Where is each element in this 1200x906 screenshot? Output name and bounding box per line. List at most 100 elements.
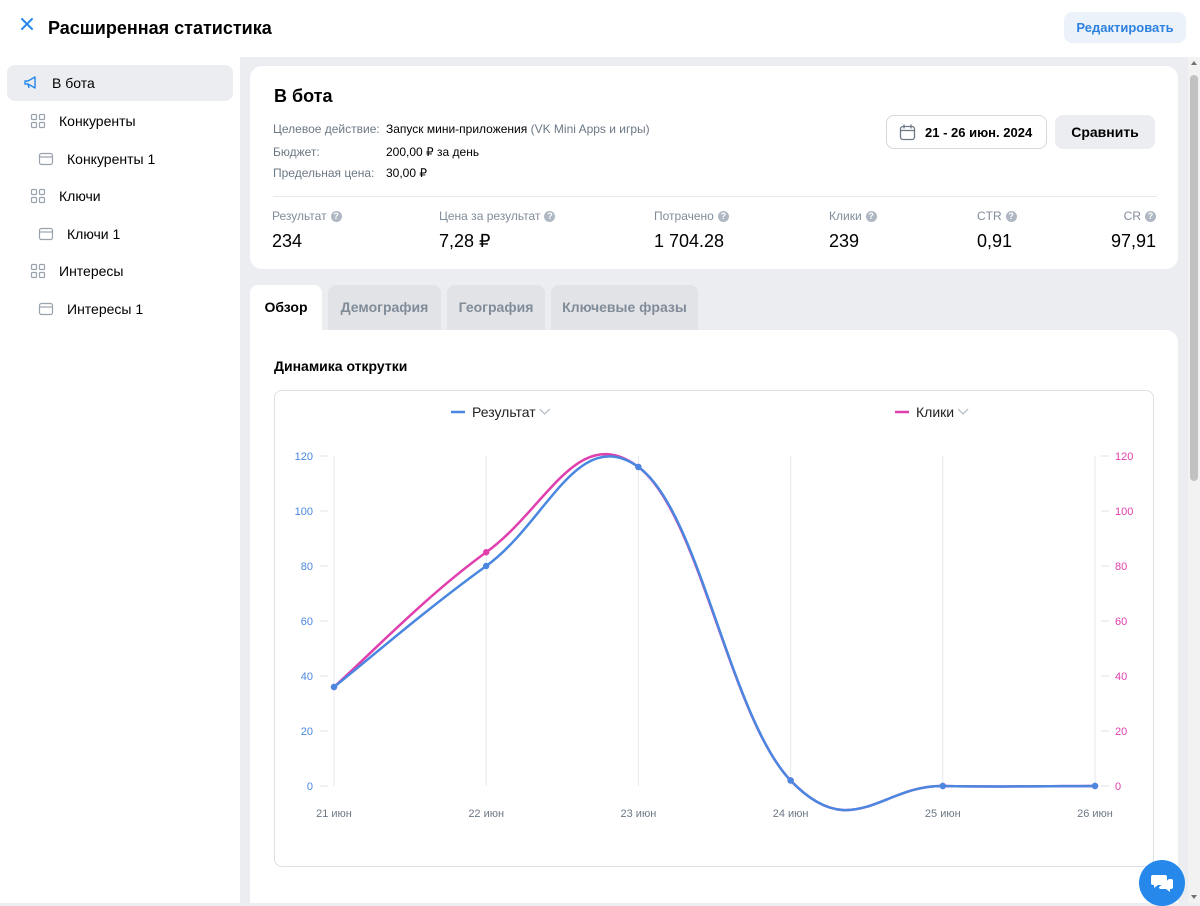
metric-label: CTR [977, 209, 1002, 223]
budget-label: Бюджет: [273, 145, 320, 159]
sidebar-item-label: Конкуренты 1 [67, 151, 156, 167]
help-icon[interactable]: ? [544, 210, 556, 222]
x-tick-label: 26 июн [1077, 808, 1113, 820]
chat-icon [1150, 872, 1174, 899]
data-point-result[interactable] [939, 782, 946, 790]
help-icon[interactable]: ? [1145, 210, 1156, 222]
sidebar-item-interests[interactable]: Интересы [7, 253, 233, 289]
data-point-result[interactable] [635, 463, 642, 471]
top-bar: Расширенная статистика Редактировать [0, 0, 1200, 57]
x-tick-label: 24 июн [773, 808, 809, 820]
grid-icon [30, 113, 46, 129]
y-left-tick-label: 80 [301, 561, 313, 573]
help-icon[interactable]: ? [1005, 210, 1017, 222]
x-tick-label: 23 июн [621, 808, 657, 820]
scroll-down-icon[interactable] [1191, 895, 1197, 899]
y-right-tick-label: 0 [1115, 781, 1121, 793]
tab-overview[interactable]: Обзор [250, 285, 322, 330]
data-point-result[interactable] [330, 683, 338, 691]
metric-spent: Потрачено? 1 704.28 [654, 207, 729, 252]
metric-label: Цена за результат [439, 209, 541, 223]
metric-cost-per-result: Цена за результат? 7,28 ₽ [439, 207, 556, 252]
divider [273, 196, 1157, 197]
data-point-clicks[interactable] [483, 549, 490, 556]
metric-value: 234 [272, 231, 303, 251]
tab-key-phrases[interactable]: Ключевые фразы [551, 285, 698, 330]
y-left-tick-label: 0 [307, 781, 313, 793]
chevron-down-icon[interactable] [957, 408, 969, 415]
calendar-icon [899, 124, 916, 146]
metric-label: Клики [829, 209, 862, 223]
tab-demography[interactable]: Демография [328, 285, 441, 330]
scroll-thumb[interactable] [1190, 75, 1198, 481]
metric-result: Результат? 234 [272, 207, 342, 252]
edit-button[interactable]: Редактировать [1064, 12, 1186, 43]
legend-label: Результат [472, 404, 536, 420]
metric-value: 97,91 [1110, 231, 1156, 251]
sidebar-item-keys[interactable]: Ключи [7, 178, 233, 214]
tab-geography[interactable]: География [447, 285, 545, 330]
data-point-result[interactable] [787, 777, 794, 784]
delivery-chart: 0 20 40 60 80 100 120 0 20 40 60 80 100 120 21 июн 22… [295, 404, 1134, 820]
metric-label: Потрачено [654, 209, 714, 223]
sidebar-item-label: Интересы 1 [67, 301, 144, 317]
help-icon[interactable]: ? [865, 210, 877, 222]
grid-icon [30, 188, 46, 204]
data-point-result[interactable] [1091, 782, 1099, 790]
window-icon [38, 301, 54, 317]
scroll-up-icon[interactable] [1191, 61, 1197, 65]
campaign-title: В бота [274, 86, 333, 106]
y-left-tick-label: 40 [301, 671, 313, 683]
sidebar-item-label: Конкуренты [59, 113, 136, 129]
overview-panel: Динамика открутки 0 20 40 60 80 100 120 0 20 40 6… [250, 330, 1178, 903]
series-line-result [333, 455, 1096, 812]
sidebar-item-campaign[interactable]: В бота [7, 65, 233, 101]
date-range-text: 21 - 26 июн. 2024 [925, 125, 1033, 140]
legend-item-clicks[interactable]: Клики [895, 404, 969, 420]
help-icon[interactable]: ? [717, 210, 729, 222]
chart-container: 0 20 40 60 80 100 120 0 20 40 60 80 100 120 21 июн 22… [274, 390, 1154, 867]
metric-label: Результат [272, 209, 327, 223]
y-right-tick-label: 120 [1115, 451, 1133, 463]
price-limit-row: Предельная цена: 30,00 ₽ [273, 166, 427, 180]
y-left-tick-label: 120 [295, 451, 313, 463]
target-action-value: Запуск мини-приложения [386, 122, 528, 136]
y-left-tick-label: 100 [295, 506, 313, 518]
x-tick-label: 21 июн [316, 808, 352, 820]
sidebar-item-label: Ключи [59, 188, 101, 204]
sidebar-item-keys-1[interactable]: Ключи 1 [7, 216, 233, 252]
sidebar-item-competitors-1[interactable]: Конкуренты 1 [7, 141, 233, 177]
date-range-button[interactable]: 21 - 26 июн. 2024 [886, 115, 1047, 149]
sidebar-item-label: Ключи 1 [67, 226, 121, 242]
compare-button[interactable]: Сравнить [1055, 115, 1155, 149]
y-right-tick-label: 80 [1115, 561, 1127, 573]
series-line-clicks [333, 452, 1096, 812]
grid-icon [30, 263, 46, 279]
window-icon [38, 151, 54, 167]
close-icon[interactable] [17, 14, 39, 36]
sidebar-item-label: В бота [52, 75, 95, 91]
sidebar-item-label: Интересы [59, 263, 124, 279]
sidebar-item-competitors[interactable]: Конкуренты [7, 103, 233, 139]
page-scrollbar[interactable] [1188, 57, 1200, 903]
metric-value: 1 704.28 [654, 231, 725, 251]
legend-item-result[interactable]: Результат [451, 404, 551, 420]
y-left-tick-label: 60 [301, 616, 313, 628]
window-icon [38, 226, 54, 242]
price-limit-label: Предельная цена: [273, 166, 375, 180]
campaign-summary-card: В бота Целевое действие: Запуск мини-прил… [250, 66, 1178, 269]
support-chat-button[interactable] [1139, 860, 1185, 906]
legend-label: Клики [916, 404, 954, 420]
sidebar-item-interests-1[interactable]: Интересы 1 [7, 291, 233, 327]
metric-value: 0,91 [977, 231, 1013, 251]
target-action-row: Целевое действие: Запуск мини-приложения … [273, 122, 650, 136]
y-right-tick-label: 100 [1115, 506, 1133, 518]
help-icon[interactable]: ? [330, 210, 342, 222]
data-point-result[interactable] [483, 562, 490, 570]
y-right-tick-label: 20 [1115, 726, 1127, 738]
target-action-label: Целевое действие: [273, 122, 380, 136]
metric-clicks: Клики? 239 [829, 207, 877, 252]
chevron-down-icon[interactable] [539, 408, 551, 415]
budget-row: Бюджет: 200,00 ₽ за день [273, 145, 479, 159]
chart-section-title: Динамика открутки [274, 358, 408, 374]
